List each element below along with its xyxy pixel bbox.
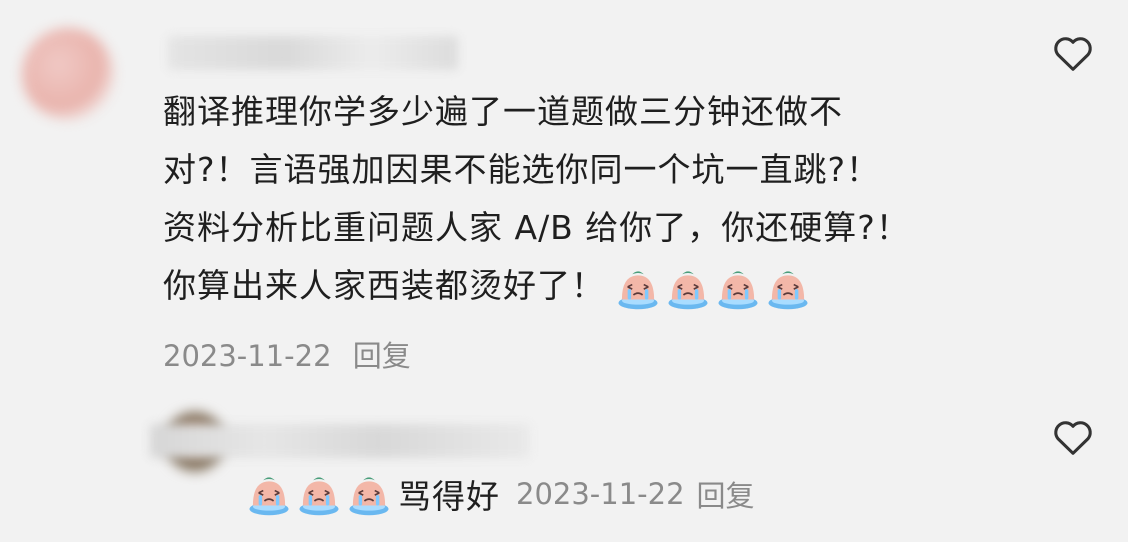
crying-face-emoji-icon — [299, 477, 339, 516]
comment-line-text: 你算出来人家西装都烫好了！ — [163, 266, 605, 305]
crying-face-emoji-icon — [349, 477, 389, 516]
reply-text: 骂得好 — [398, 477, 500, 516]
username-redacted[interactable] — [150, 424, 530, 458]
crying-face-emoji-icon — [718, 270, 758, 309]
comment-line: 资料分析比重问题人家 A/B 给你了，你还硬算?！ — [163, 208, 910, 247]
comment-line: 对?！言语强加因果不能选你同一个坑一直跳?！ — [163, 150, 881, 189]
username-redacted[interactable] — [168, 36, 458, 70]
like-heart-icon[interactable] — [1050, 414, 1096, 460]
crying-face-emoji-icon — [768, 270, 808, 309]
reply-button[interactable]: 回复 — [697, 473, 755, 515]
reply-line: 骂得好 2023-11-22 回复 — [246, 470, 755, 518]
avatar[interactable] — [22, 28, 114, 120]
comment-date: 2023-11-22 — [163, 339, 332, 373]
comment-text: 翻译推理你学多少遍了一道题做三分钟还做不 对?！言语强加因果不能选你同一个坑一直… — [163, 83, 910, 315]
comment-line-last: 你算出来人家西装都烫好了！ — [163, 257, 910, 315]
crying-face-emoji-icon — [249, 477, 289, 516]
comment-line: 翻译推理你学多少遍了一道题做三分钟还做不 — [163, 92, 843, 131]
crying-face-emoji-icon — [618, 270, 658, 309]
reply-button[interactable]: 回复 — [353, 339, 411, 373]
emoji-row — [246, 471, 392, 517]
comment-date: 2023-11-22 — [516, 477, 685, 511]
emoji-row — [615, 265, 811, 311]
comment-meta: 2023-11-22 回复 — [163, 333, 411, 375]
crying-face-emoji-icon — [668, 270, 708, 309]
like-heart-icon[interactable] — [1050, 30, 1096, 76]
